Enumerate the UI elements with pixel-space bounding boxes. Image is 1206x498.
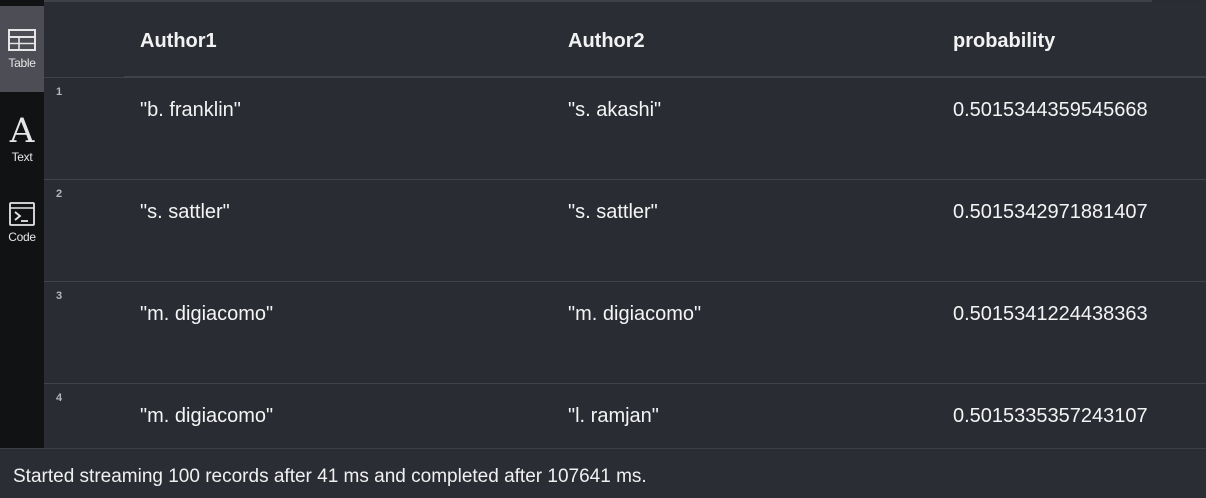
- cell-author2: "s. sattler": [568, 201, 658, 223]
- column-header-probability[interactable]: probability: [953, 30, 1055, 53]
- cell-probability: 0.5015344359545668: [953, 99, 1148, 121]
- cell-author2: "l. ramjan": [568, 405, 659, 427]
- cell-author1: "s. sattler": [140, 201, 230, 223]
- column-header-author2[interactable]: Author2: [568, 30, 645, 53]
- column-header-author1[interactable]: Author1: [140, 30, 217, 53]
- cell-author2: "m. digiacomo": [568, 303, 702, 325]
- row-number: 1: [56, 86, 63, 98]
- cell-author1: "b. franklin": [140, 99, 241, 121]
- cell-probability: 0.5015335357243107: [953, 405, 1148, 427]
- sidebar-item-text[interactable]: A Text: [0, 108, 44, 194]
- row-number: 3: [56, 290, 63, 302]
- cell-author2: "s. akashi": [568, 99, 662, 121]
- cell-author1: "m. digiacomo": [140, 405, 274, 427]
- sidebar-item-code[interactable]: Code: [0, 194, 44, 280]
- row-number: 2: [56, 188, 63, 200]
- table-row: 1 "b. franklin" "s. akashi" 0.5015344359…: [44, 77, 1206, 179]
- sidebar-item-label: Text: [11, 150, 33, 164]
- table-row: 2 "s. sattler" "s. sattler" 0.5015342971…: [44, 179, 1206, 281]
- sidebar-item-table[interactable]: Table: [0, 6, 44, 92]
- sidebar-item-label: Table: [8, 56, 36, 70]
- table-icon: [8, 26, 36, 54]
- table-header: Author1 Author2 probability: [44, 2, 1206, 76]
- status-bar: Started streaming 100 records after 41 m…: [0, 448, 1206, 498]
- table-row: 4 "m. digiacomo" "l. ramjan" 0.501533535…: [44, 383, 1206, 448]
- row-number: 4: [56, 392, 63, 404]
- view-sidebar: Table A Text Code: [0, 0, 44, 448]
- code-icon: [8, 200, 36, 228]
- cell-probability: 0.5015341224438363: [953, 303, 1148, 325]
- table-row: 3 "m. digiacomo" "m. digiacomo" 0.501534…: [44, 281, 1206, 383]
- status-message: Started streaming 100 records after 41 m…: [13, 466, 647, 487]
- cell-probability: 0.5015342971881407: [953, 201, 1148, 223]
- text-icon: A: [9, 111, 35, 151]
- cell-author1: "m. digiacomo": [140, 303, 274, 325]
- results-table: Author1 Author2 probability 1 "b. frankl…: [44, 2, 1206, 448]
- sidebar-item-label: Code: [8, 230, 36, 244]
